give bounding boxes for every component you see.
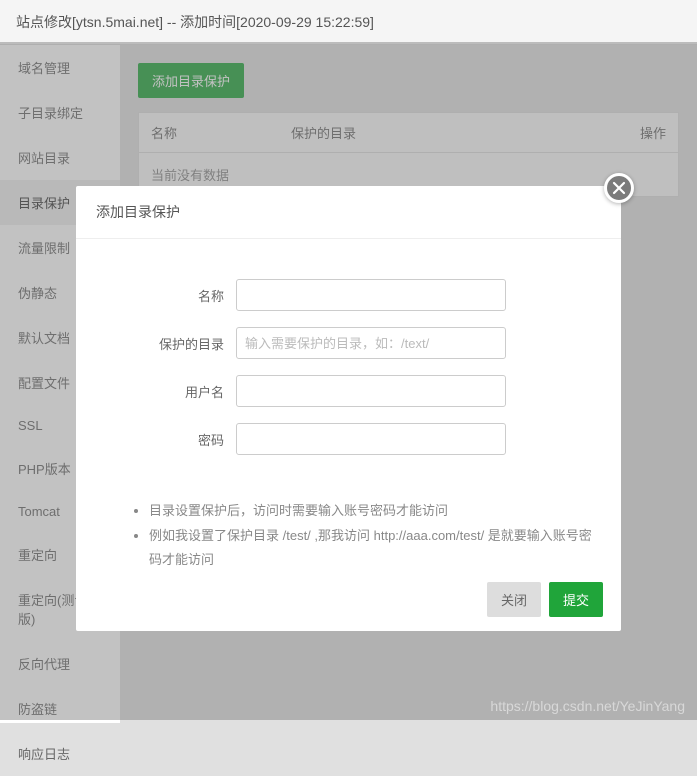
user-input[interactable] [236, 375, 506, 407]
submit-button[interactable]: 提交 [549, 582, 603, 617]
dir-input[interactable] [236, 327, 506, 359]
modal-overlay: 添加目录保护 名称 保护的目录 用户名 密码 目录设置保护后，访问时需要输入账号… [0, 42, 697, 720]
modal-form: 名称 保护的目录 用户名 密码 [76, 239, 621, 481]
name-input[interactable] [236, 279, 506, 311]
label-name: 名称 [106, 286, 236, 305]
label-dir: 保护的目录 [106, 334, 236, 353]
hint-item: 目录设置保护后，访问时需要输入账号密码才能访问 [149, 499, 601, 524]
add-dir-protect-modal: 添加目录保护 名称 保护的目录 用户名 密码 目录设置保护后，访问时需要输入账号… [76, 186, 621, 631]
label-password: 密码 [106, 430, 236, 449]
label-user: 用户名 [106, 382, 236, 401]
sidebar-item-resplog[interactable]: 响应日志 [0, 731, 120, 776]
hint-item: 例如我设置了保护目录 /test/ ,那我访问 http://aaa.com/t… [149, 524, 601, 573]
modal-hints: 目录设置保护后，访问时需要输入账号密码才能访问 例如我设置了保护目录 /test… [76, 481, 621, 573]
close-icon[interactable] [604, 173, 634, 203]
close-button[interactable]: 关闭 [487, 582, 541, 617]
password-input[interactable] [236, 423, 506, 455]
modal-title: 添加目录保护 [76, 186, 621, 239]
page-title: 站点修改[ytsn.5mai.net] -- 添加时间[2020-09-29 1… [0, 0, 697, 45]
